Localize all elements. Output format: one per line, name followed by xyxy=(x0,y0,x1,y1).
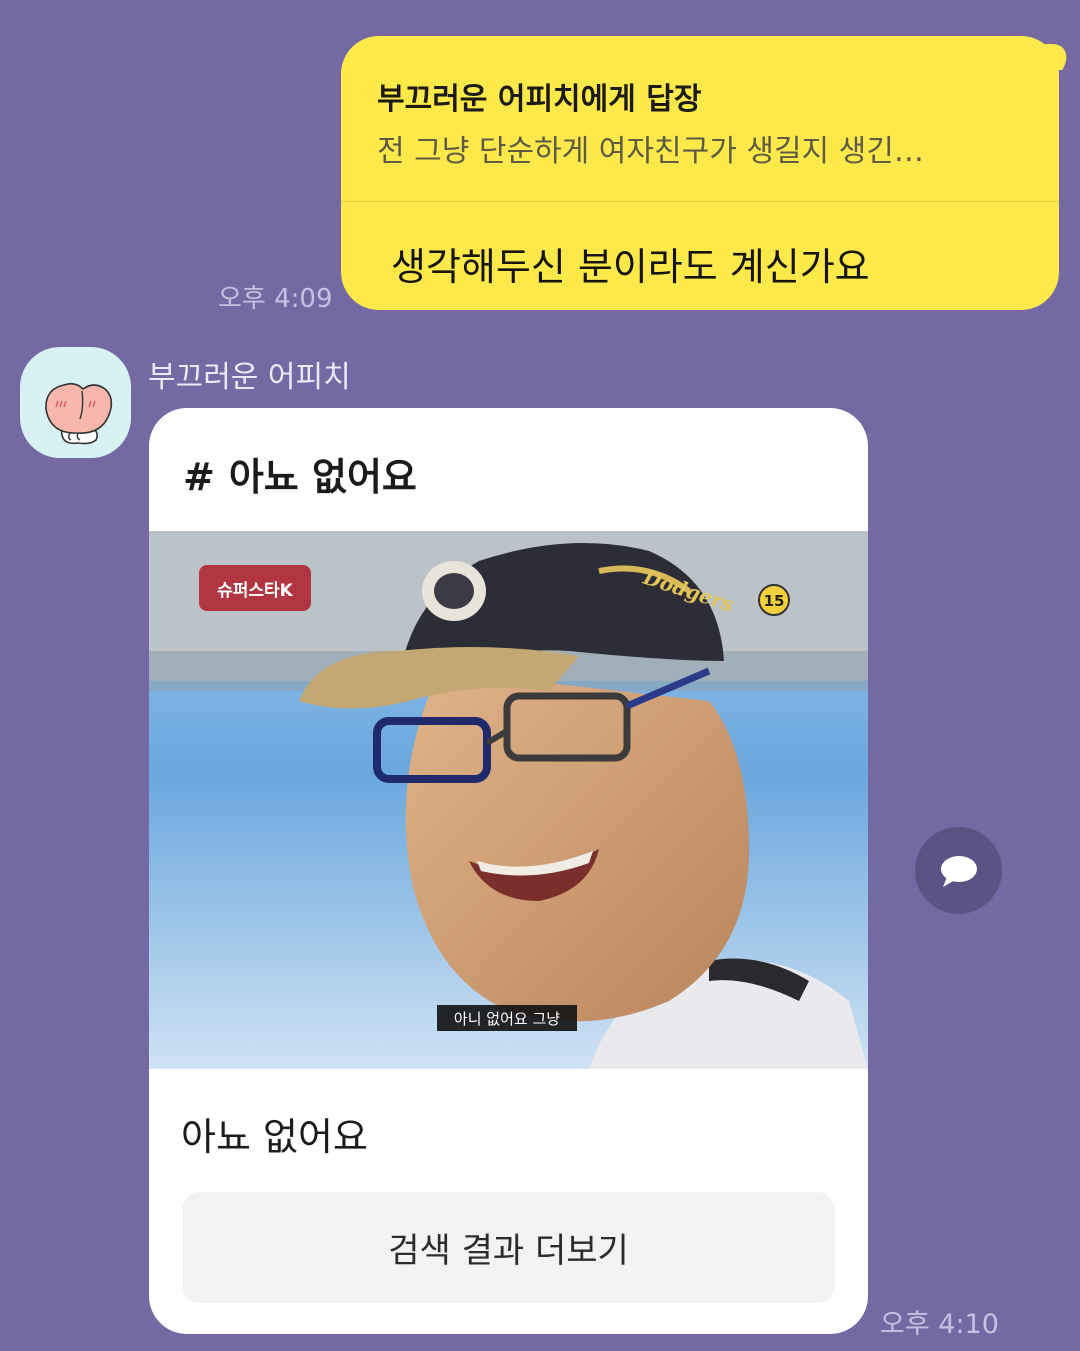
avatar[interactable] xyxy=(20,347,131,458)
message-text: 생각해두신 분이라도 계신가요 xyxy=(391,245,870,289)
speech-bubble-icon xyxy=(940,855,977,887)
svg-text:15: 15 xyxy=(764,592,785,610)
reply-message-bubble[interactable]: 부끄러운 어피치에게 답장 전 그냥 단순하게 여자친구가 생길지 생긴… 생각… xyxy=(341,36,1059,310)
card-caption: 아뇨 없어요 xyxy=(181,1115,368,1159)
card-heading: # 아뇨 없어요 xyxy=(183,446,417,501)
chat-screen: 부끄러운 어피치에게 답장 전 그냥 단순하게 여자친구가 생길지 생긴… 생각… xyxy=(0,0,1080,1351)
hashtag-icon: # xyxy=(183,455,215,499)
video-subtitle: 아니 없어요 그냥 xyxy=(437,1005,577,1031)
search-result-card[interactable]: # 아뇨 없어요 슈퍼스타K 15 Dodgers 아니 없어요 그냥 아뇨 없… xyxy=(149,408,868,1334)
rating-badge: 15 xyxy=(758,584,790,616)
meme-image-graphic: 슈퍼스타K 15 Dodgers 아니 없어요 그냥 xyxy=(149,531,868,1069)
more-results-button[interactable]: 검색 결과 더보기 xyxy=(182,1192,835,1303)
share-button[interactable] xyxy=(915,827,1002,914)
svg-text:아니 없어요 그냥: 아니 없어요 그냥 xyxy=(454,1010,560,1028)
quote-title: 부끄러운 어피치에게 답장 xyxy=(377,82,702,117)
svg-text:슈퍼스타K: 슈퍼스타K xyxy=(217,581,294,601)
sender-name: 부끄러운 어피치 xyxy=(148,360,351,395)
peach-character-icon xyxy=(45,382,113,445)
message-timestamp: 오후 4:09 xyxy=(218,284,333,314)
quoted-message-text[interactable]: 전 그냥 단순하게 여자친구가 생길지 생긴… xyxy=(377,126,1017,170)
message-timestamp: 오후 4:10 xyxy=(880,1309,999,1340)
card-heading-text: 아뇨 없어요 xyxy=(228,455,417,499)
quote-divider xyxy=(341,201,1059,202)
meme-image[interactable]: 슈퍼스타K 15 Dodgers 아니 없어요 그냥 xyxy=(149,531,868,1069)
program-logo: 슈퍼스타K xyxy=(199,565,311,611)
